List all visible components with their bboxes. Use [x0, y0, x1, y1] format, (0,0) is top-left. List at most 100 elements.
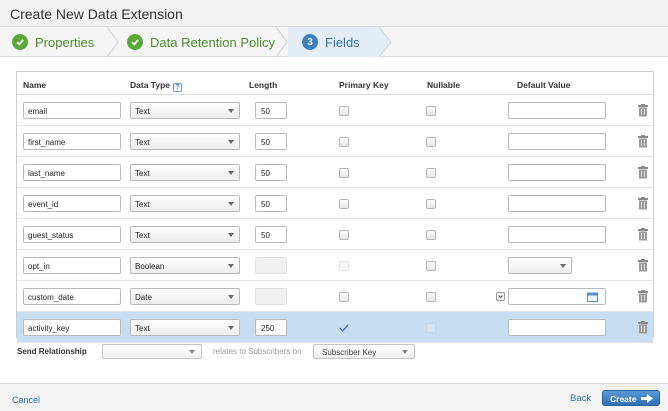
trash-icon[interactable] — [637, 135, 649, 148]
field-name-input[interactable]: email — [23, 102, 121, 119]
arrow-right-icon — [641, 394, 653, 403]
dialog-title-bar: Create New Data Extension — [0, 0, 668, 27]
primary-key-checkbox[interactable] — [339, 292, 349, 302]
data-type-select[interactable]: Text — [130, 226, 240, 243]
primary-key-checkbox[interactable] — [339, 323, 349, 333]
field-row: opt_in Boolean — [17, 250, 653, 281]
header-primary-key: Primary Key — [339, 80, 389, 90]
trash-icon[interactable] — [637, 104, 649, 117]
length-input — [255, 257, 287, 274]
length-input[interactable]: 50 — [255, 226, 287, 243]
field-row: first_name Text 50 — [17, 126, 653, 157]
default-value-input[interactable] — [508, 102, 606, 119]
data-type-select[interactable]: Text — [130, 133, 240, 150]
primary-key-checkbox — [339, 261, 349, 271]
primary-key-checkbox[interactable] — [339, 168, 349, 178]
length-input — [255, 288, 287, 305]
check-icon — [12, 34, 28, 50]
dialog-footer: Cancel Back Create — [0, 383, 668, 411]
field-name-input[interactable]: last_name — [23, 164, 121, 181]
default-value-input[interactable] — [508, 164, 606, 181]
trash-icon[interactable] — [637, 290, 649, 303]
step-data-retention[interactable]: Data Retention Policy — [127, 27, 275, 57]
data-type-select[interactable]: Text — [130, 102, 240, 119]
default-date-input[interactable] — [508, 288, 606, 305]
nullable-checkbox[interactable] — [426, 137, 436, 147]
header-default-value: Default Value — [517, 80, 571, 90]
field-name-input[interactable]: first_name — [23, 133, 121, 150]
data-type-select[interactable]: Text — [130, 319, 240, 336]
length-input[interactable]: 50 — [255, 133, 287, 150]
check-icon — [127, 34, 143, 50]
trash-icon[interactable] — [637, 321, 649, 334]
data-type-select[interactable]: Text — [130, 164, 240, 181]
subscriber-field-select[interactable]: Subscriber Key — [313, 344, 415, 359]
wizard-steps: Properties Data Retention Policy 3 Field… — [0, 27, 668, 57]
step-label: Properties — [35, 34, 95, 50]
field-row: last_name Text 50 — [17, 157, 653, 188]
primary-key-checkbox[interactable] — [339, 230, 349, 240]
fields-grid: Name Data Type? Length Primary Key Nulla… — [16, 71, 654, 343]
header-length: Length — [249, 80, 278, 90]
grid-header: Name Data Type? Length Primary Key Nulla… — [17, 72, 653, 95]
default-value-select[interactable] — [508, 257, 572, 274]
calendar-icon[interactable] — [587, 292, 598, 302]
date-options-icon[interactable] — [496, 292, 505, 301]
nullable-checkbox[interactable] — [426, 230, 436, 240]
length-input[interactable]: 50 — [255, 195, 287, 212]
step-properties[interactable]: Properties — [12, 27, 94, 57]
help-icon[interactable]: ? — [173, 83, 182, 92]
step-label: Fields — [325, 34, 360, 50]
step-fields[interactable]: 3 Fields — [302, 27, 360, 57]
trash-icon[interactable] — [637, 166, 649, 179]
nullable-checkbox[interactable] — [426, 261, 436, 271]
field-name-input[interactable]: guest_status — [23, 226, 121, 243]
field-name-input[interactable]: event_id — [23, 195, 121, 212]
header-data-type: Data Type? — [130, 80, 182, 92]
dialog-title: Create New Data Extension — [10, 6, 183, 22]
chevron-divider — [379, 27, 392, 57]
back-button[interactable]: Back — [570, 393, 591, 404]
header-nullable: Nullable — [427, 80, 461, 90]
cancel-link[interactable]: Cancel — [12, 395, 40, 405]
field-name-input[interactable]: opt_in — [23, 257, 121, 274]
data-type-select[interactable]: Boolean — [130, 257, 240, 274]
field-row: custom_date Date — [17, 281, 653, 312]
nullable-checkbox[interactable] — [426, 199, 436, 209]
send-relationship-label: Send Relationship — [17, 347, 87, 356]
nullable-checkbox — [426, 323, 436, 333]
length-input[interactable]: 50 — [255, 102, 287, 119]
trash-icon[interactable] — [637, 228, 649, 241]
field-row: guest_status Text 50 — [17, 219, 653, 250]
field-name-input[interactable]: custom_date — [23, 288, 121, 305]
primary-key-checkbox[interactable] — [339, 106, 349, 116]
field-row: activity_key Text 250 — [17, 312, 653, 343]
trash-icon[interactable] — [637, 259, 649, 272]
length-input[interactable]: 250 — [255, 319, 287, 336]
create-button[interactable]: Create — [602, 390, 660, 406]
field-name-input[interactable]: activity_key — [23, 319, 121, 336]
default-value-input[interactable] — [508, 133, 606, 150]
relates-to-text: relates to Subscribers on — [213, 347, 302, 356]
chevron-divider — [275, 27, 288, 57]
trash-icon[interactable] — [637, 197, 649, 210]
field-row: event_id Text 50 — [17, 188, 653, 219]
step-number: 3 — [302, 34, 318, 50]
length-input[interactable]: 50 — [255, 164, 287, 181]
header-name: Name — [23, 80, 47, 90]
send-relationship-row: Send Relationship relates to Subscribers… — [0, 344, 668, 364]
primary-key-checkbox[interactable] — [339, 199, 349, 209]
data-type-select[interactable]: Date — [130, 288, 240, 305]
data-type-select[interactable]: Text — [130, 195, 240, 212]
default-value-input[interactable] — [508, 226, 606, 243]
nullable-checkbox[interactable] — [426, 106, 436, 116]
chevron-divider — [106, 27, 119, 57]
default-value-input[interactable] — [508, 319, 606, 336]
relationship-field-select[interactable] — [102, 344, 202, 359]
primary-key-checkbox[interactable] — [339, 137, 349, 147]
nullable-checkbox[interactable] — [426, 292, 436, 302]
field-row: email Text 50 — [17, 95, 653, 126]
default-value-input[interactable] — [508, 195, 606, 212]
nullable-checkbox[interactable] — [426, 168, 436, 178]
step-label: Data Retention Policy — [150, 34, 276, 50]
